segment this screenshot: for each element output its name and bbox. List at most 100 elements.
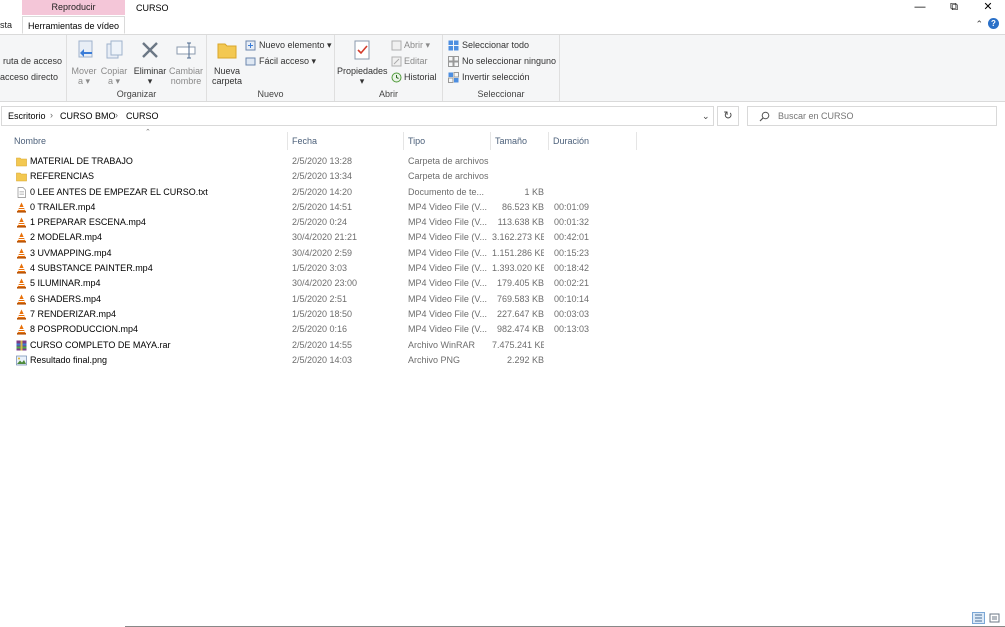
move-to-button[interactable]: Mover a ▾	[69, 39, 99, 86]
file-name: 7 RENDERIZAR.mp4	[30, 308, 117, 319]
delete-button[interactable]: Eliminar ▾	[133, 39, 167, 86]
file-row[interactable]: CURSO COMPLETO DE MAYA.rar 2/5/2020 14:55…	[0, 338, 1005, 353]
rename-sub: nombre	[170, 76, 202, 86]
open-icon	[391, 40, 402, 51]
refresh-icon[interactable]: ↻	[717, 106, 739, 126]
new-item-icon	[245, 40, 256, 51]
vlc-video-icon	[16, 309, 27, 320]
file-type: MP4 Video File (V...	[408, 278, 488, 289]
copy-to-button[interactable]: Copiar a ▾	[99, 39, 129, 86]
file-row[interactable]: 7 RENDERIZAR.mp4 1/5/2020 18:50 MP4 Video …	[0, 307, 1005, 322]
group-label-seleccionar: Seleccionar	[477, 89, 525, 99]
breadcrumb-curso-bmo[interactable]: CURSO BMO	[60, 111, 116, 121]
file-date: 1/5/2020 18:50	[292, 308, 353, 319]
file-duration: 00:18:42	[554, 263, 590, 274]
file-duration: 00:15:23	[554, 247, 590, 258]
file-name: 5 ILUMINAR.mp4	[30, 278, 101, 289]
file-row[interactable]: 0 LEE ANTES DE EMPEZAR EL CURSO.txt 2/5/2…	[0, 185, 1005, 200]
file-size: 1.151.286 KB	[492, 247, 544, 258]
tab-herramientas-de-video[interactable]: Herramientas de vídeo	[22, 16, 125, 34]
file-type: Carpeta de archivos	[408, 156, 489, 166]
group-label-abrir: Abrir	[378, 89, 398, 99]
delete-x-icon	[142, 42, 158, 58]
open-button[interactable]: Abrir ▾	[404, 40, 430, 51]
file-date: 1/5/2020 3:03	[292, 263, 348, 274]
paste-shortcut-button[interactable]: acceso directo	[0, 72, 58, 82]
file-name: MATERIAL DE TRABAJO	[30, 156, 133, 166]
move-to-icon	[78, 40, 93, 58]
file-date: 2/5/2020 0:16	[292, 324, 348, 335]
new-folder-button[interactable]: Nueva carpeta	[210, 39, 244, 86]
file-row[interactable]: MATERIAL DE TRABAJO 2/5/2020 13:28 Carpeta…	[0, 154, 1005, 169]
easy-access-button[interactable]: Fácil acceso ▾	[259, 56, 316, 67]
address-history-dropdown-icon[interactable]: ⌄	[702, 111, 710, 122]
file-type: MP4 Video File (V...	[408, 201, 488, 212]
select-none-button[interactable]: No seleccionar ninguno	[462, 56, 556, 66]
file-duration: 00:13:03	[554, 324, 590, 335]
file-name: 2 MODELAR.mp4	[30, 232, 103, 243]
file-name: 4 SUBSTANCE PAINTER.mp4	[30, 263, 153, 274]
file-size: 3.162.273 KB	[492, 232, 544, 243]
breadcrumb-escritorio[interactable]: Escritorio	[8, 111, 46, 121]
group-organizar: Mover a ▾ Copiar a ▾ Eliminar ▾ Cambiar …	[67, 35, 207, 101]
copy-to-icon	[106, 40, 123, 59]
file-row[interactable]: REFERENCIAS 2/5/2020 13:34 Carpeta de arch…	[0, 169, 1005, 184]
vlc-video-icon	[16, 248, 27, 259]
file-row[interactable]: 1 PREPARAR ESCENA.mp4 2/5/2020 0:24 MP4 Vi…	[0, 215, 1005, 230]
column-header-duracion[interactable]: Duración	[549, 132, 637, 150]
file-size: 1 KB	[524, 186, 544, 197]
file-name: REFERENCIAS	[30, 171, 95, 182]
large-icons-view-icon[interactable]	[988, 612, 1001, 624]
breadcrumb-curso[interactable]: CURSO	[126, 111, 159, 121]
file-row[interactable]: 4 SUBSTANCE PAINTER.mp4 1/5/2020 3:03 MP4 …	[0, 261, 1005, 276]
file-row[interactable]: 2 MODELAR.mp4 30/4/2020 21:21 MP4 Video Fi…	[0, 230, 1005, 245]
file-row[interactable]: 0 TRAILER.mp4 2/5/2020 14:51 MP4 Video Fil…	[0, 200, 1005, 215]
collapse-ribbon-icon[interactable]: ⌃	[975, 19, 983, 30]
file-duration: 00:02:21	[554, 278, 590, 289]
address-bar[interactable]: Escritorio › CURSO BMO › CURSO ⌄	[1, 106, 714, 126]
rename-label: Cambiar	[168, 66, 203, 76]
search-input[interactable]	[778, 109, 978, 123]
vlc-video-icon	[16, 278, 27, 289]
copy-path-button[interactable]: ruta de acceso	[3, 56, 62, 66]
details-view-icon[interactable]	[972, 612, 985, 624]
file-row[interactable]: Resultado final.png 2/5/2020 14:03 Archivo…	[0, 353, 1005, 368]
history-button[interactable]: Historial	[404, 72, 437, 82]
file-date: 30/4/2020 2:59	[292, 247, 353, 258]
vlc-video-icon	[16, 217, 27, 228]
tab-vista[interactable]: sta	[0, 16, 12, 34]
search-box[interactable]	[747, 106, 997, 126]
column-header-tamano[interactable]: Tamaño	[491, 132, 549, 150]
file-type: MP4 Video File (V...	[408, 308, 488, 319]
rename-button[interactable]: Cambiar nombre	[168, 39, 204, 86]
select-all-icon	[448, 40, 459, 51]
file-duration: 00:01:32	[554, 217, 590, 228]
move-to-sub: a ▾	[77, 76, 91, 86]
close-button[interactable]: ✕	[971, 0, 1005, 16]
breadcrumb-separator-icon[interactable]: ›	[115, 110, 118, 120]
file-row[interactable]: 6 SHADERS.mp4 1/5/2020 2:51 MP4 Video File…	[0, 292, 1005, 307]
select-all-button[interactable]: Seleccionar todo	[462, 40, 529, 50]
file-date: 2/5/2020 14:51	[292, 201, 353, 212]
column-header-tipo[interactable]: Tipo	[404, 132, 491, 150]
properties-button[interactable]: Propiedades ▾	[337, 39, 388, 86]
file-date: 2/5/2020 14:03	[292, 354, 353, 365]
invert-selection-button[interactable]: Invertir selección	[462, 72, 530, 82]
help-icon[interactable]: ?	[988, 18, 999, 29]
file-name: CURSO COMPLETO DE MAYA.rar	[30, 339, 171, 350]
edit-button[interactable]: Editar	[404, 56, 428, 66]
file-date: 2/5/2020 13:28	[292, 156, 353, 166]
column-header-fecha[interactable]: Fecha	[288, 132, 404, 150]
file-type: MP4 Video File (V...	[408, 247, 488, 258]
group-portapapeles: ruta de acceso acceso directo	[0, 35, 67, 101]
column-header-row: ⌃ Nombre Fecha Tipo Tamaño Duración	[0, 129, 640, 150]
text-file-icon	[16, 186, 27, 198]
file-row[interactable]: 8 POSPRODUCCION.mp4 2/5/2020 0:16 MP4 Vide…	[0, 322, 1005, 337]
new-item-button[interactable]: Nuevo elemento ▾	[259, 40, 332, 51]
file-row[interactable]: 5 ILUMINAR.mp4 30/4/2020 23:00 MP4 Video F…	[0, 276, 1005, 291]
file-row[interactable]: 3 UVMAPPING.mp4 30/4/2020 2:59 MP4 Video F…	[0, 246, 1005, 261]
minimize-button[interactable]: —	[903, 0, 937, 16]
restore-button[interactable]: ⧉	[937, 0, 971, 16]
column-header-nombre[interactable]: Nombre	[10, 132, 288, 150]
breadcrumb-separator-icon[interactable]: ›	[50, 110, 53, 120]
